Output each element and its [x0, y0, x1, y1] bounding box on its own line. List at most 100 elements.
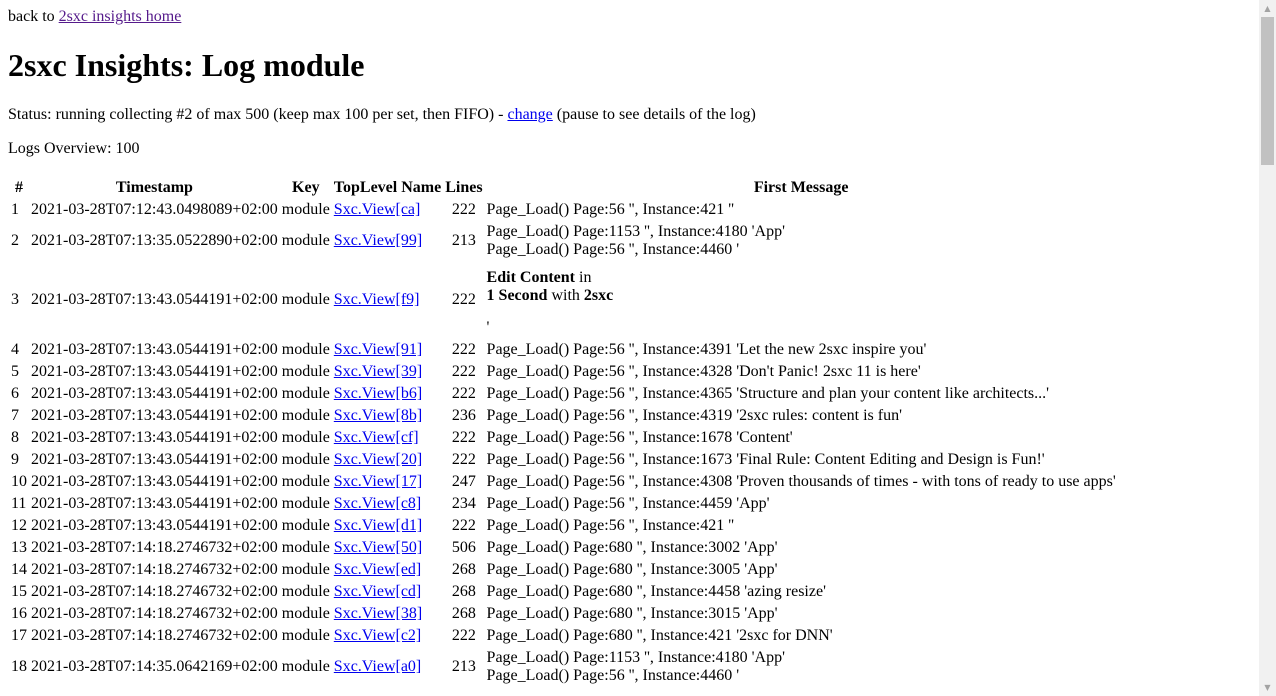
row-number: 10: [11, 473, 27, 490]
toplevel-name-link[interactable]: Sxc.View[cd]: [334, 583, 421, 600]
header-first-message: First Message: [753, 179, 849, 196]
message-line: Page_Load() Page:56 '', Instance:1673 'F…: [486, 451, 1045, 468]
row-number: 15: [11, 583, 27, 600]
scroll-up-arrow-icon[interactable]: ▲: [1259, 0, 1276, 17]
toplevel-name-link[interactable]: Sxc.View[ed]: [334, 561, 421, 578]
logs-table-body: 1 2021-03-28T07:12:43.0498089+02:00 module…: [10, 200, 1117, 686]
row-key: module: [281, 517, 330, 534]
table-header-row: # Timestamp Key TopLevel Name Lines Firs…: [10, 178, 1117, 198]
toplevel-name-link[interactable]: Sxc.View[20]: [334, 451, 422, 468]
toplevel-name-link[interactable]: Sxc.View[a0]: [334, 658, 421, 675]
row-first-message: Page_Load() Page:56 '', Instance:4365 'S…: [486, 384, 1117, 404]
row-timestamp: 2021-03-28T07:14:18.2746732+02:00: [31, 583, 278, 600]
toplevel-name-link[interactable]: Sxc.View[cf]: [334, 429, 419, 446]
row-lines: 213: [451, 232, 476, 249]
row-key: module: [281, 385, 330, 402]
row-number: 8: [11, 429, 19, 446]
row-toplevel-name: Sxc.View[ca]: [333, 200, 442, 220]
row-lines: 268: [451, 561, 476, 578]
status-prefix: Status: running collecting #2 of max 500…: [8, 106, 508, 123]
row-number: 4: [11, 341, 19, 358]
toplevel-name-link[interactable]: Sxc.View[c2]: [334, 627, 421, 644]
row-first-message: Page_Load() Page:56 '', Instance:4308 'P…: [486, 472, 1117, 492]
table-row: 17 2021-03-28T07:14:18.2746732+02:00 modul…: [10, 626, 1117, 646]
row-number: 1: [11, 201, 19, 218]
toplevel-name-link[interactable]: Sxc.View[17]: [334, 473, 422, 490]
row-timestamp: 2021-03-28T07:14:18.2746732+02:00: [31, 561, 278, 578]
row-toplevel-name: Sxc.View[cf]: [333, 428, 442, 448]
page-title: 2sxc Insights: Log module: [8, 47, 365, 83]
toplevel-name-link[interactable]: Sxc.View[ca]: [334, 201, 421, 218]
row-toplevel-name: Sxc.View[a0]: [333, 648, 442, 686]
header-number: #: [15, 179, 23, 196]
row-lines: 222: [451, 363, 476, 380]
row-timestamp: 2021-03-28T07:13:43.0544191+02:00: [31, 363, 278, 380]
row-key: module: [281, 605, 330, 622]
rich-message: Edit Content in 1 Second with 2sxc ': [487, 269, 1116, 337]
vertical-scrollbar[interactable]: ▲ ▼: [1259, 0, 1276, 696]
row-lines: 222: [451, 385, 476, 402]
row-toplevel-name: Sxc.View[20]: [333, 450, 442, 470]
toplevel-name-link[interactable]: Sxc.View[8b]: [334, 407, 422, 424]
row-lines: 222: [451, 627, 476, 644]
message-line: Page_Load() Page:56 '', Instance:421 '': [486, 201, 735, 218]
rich-bold-one-second: 1 Second: [486, 287, 548, 304]
message-line: Page_Load() Page:56 '', Instance:4460 ': [486, 667, 740, 684]
toplevel-name-link[interactable]: Sxc.View[99]: [334, 232, 422, 249]
logs-table: # Timestamp Key TopLevel Name Lines Firs…: [8, 176, 1119, 688]
row-number: 6: [11, 385, 19, 402]
table-row: 9 2021-03-28T07:13:43.0544191+02:00 module…: [10, 450, 1117, 470]
log-page: back to 2sxc insights home 2sxc Insights…: [8, 0, 1248, 696]
table-row: 16 2021-03-28T07:14:18.2746732+02:00 modul…: [10, 604, 1117, 624]
table-row: 13 2021-03-28T07:14:18.2746732+02:00 modul…: [10, 538, 1117, 558]
toplevel-name-link[interactable]: Sxc.View[f9]: [334, 291, 420, 308]
table-row: 6 2021-03-28T07:13:43.0544191+02:00 module…: [10, 384, 1117, 404]
row-lines: 247: [451, 473, 476, 490]
message-line: Page_Load() Page:56 '', Instance:4365 'S…: [486, 385, 1050, 402]
row-lines: 268: [451, 605, 476, 622]
row-lines: 222: [451, 291, 476, 308]
toplevel-name-link[interactable]: Sxc.View[91]: [334, 341, 422, 358]
row-toplevel-name: Sxc.View[39]: [333, 362, 442, 382]
message-line: Page_Load() Page:56 '', Instance:4328 'D…: [486, 363, 921, 380]
row-first-message: Page_Load() Page:1153 '', Instance:4180 …: [486, 222, 1117, 260]
row-lines: 222: [451, 341, 476, 358]
row-key: module: [281, 495, 330, 512]
toplevel-name-link[interactable]: Sxc.View[50]: [334, 539, 422, 556]
row-number: 17: [11, 627, 27, 644]
header-toplevel-name: TopLevel Name: [333, 179, 442, 196]
message-line: Page_Load() Page:56 '', Instance:4459 'A…: [486, 495, 770, 512]
row-number: 11: [11, 495, 27, 512]
row-lines: 268: [451, 583, 476, 600]
row-key: module: [281, 363, 330, 380]
row-number: 12: [11, 517, 27, 534]
table-row: 10 2021-03-28T07:13:43.0544191+02:00 modul…: [10, 472, 1117, 492]
toplevel-name-link[interactable]: Sxc.View[c8]: [334, 495, 421, 512]
toplevel-name-link[interactable]: Sxc.View[39]: [334, 363, 422, 380]
row-lines: 222: [451, 451, 476, 468]
table-row: 1 2021-03-28T07:12:43.0498089+02:00 module…: [10, 200, 1117, 220]
row-key: module: [281, 201, 330, 218]
row-first-message: Page_Load() Page:680 '', Instance:421 '2…: [486, 626, 1117, 646]
table-row: 12 2021-03-28T07:13:43.0544191+02:00 modul…: [10, 516, 1117, 536]
row-key: module: [281, 232, 330, 249]
row-number: 3: [11, 291, 19, 308]
rich-tail: ': [486, 319, 490, 336]
scroll-down-arrow-icon[interactable]: ▼: [1259, 679, 1276, 696]
toplevel-name-link[interactable]: Sxc.View[38]: [334, 605, 422, 622]
scroll-thumb[interactable]: [1261, 17, 1274, 165]
row-first-message: Page_Load() Page:56 '', Instance:4328 'D…: [486, 362, 1117, 382]
change-status-link[interactable]: change: [507, 106, 552, 123]
toplevel-name-link[interactable]: Sxc.View[d1]: [334, 517, 422, 534]
rich-text-with: with: [547, 287, 584, 304]
row-lines: 234: [451, 495, 476, 512]
row-timestamp: 2021-03-28T07:12:43.0498089+02:00: [31, 201, 278, 218]
back-nav: back to 2sxc insights home: [8, 8, 1248, 26]
row-toplevel-name: Sxc.View[38]: [333, 604, 442, 624]
row-lines: 236: [451, 407, 476, 424]
insights-home-link[interactable]: 2sxc insights home: [59, 8, 182, 25]
row-timestamp: 2021-03-28T07:13:43.0544191+02:00: [31, 407, 278, 424]
message-line: Page_Load() Page:1153 '', Instance:4180 …: [486, 649, 785, 666]
toplevel-name-link[interactable]: Sxc.View[b6]: [334, 385, 422, 402]
row-number: 2: [11, 232, 19, 249]
